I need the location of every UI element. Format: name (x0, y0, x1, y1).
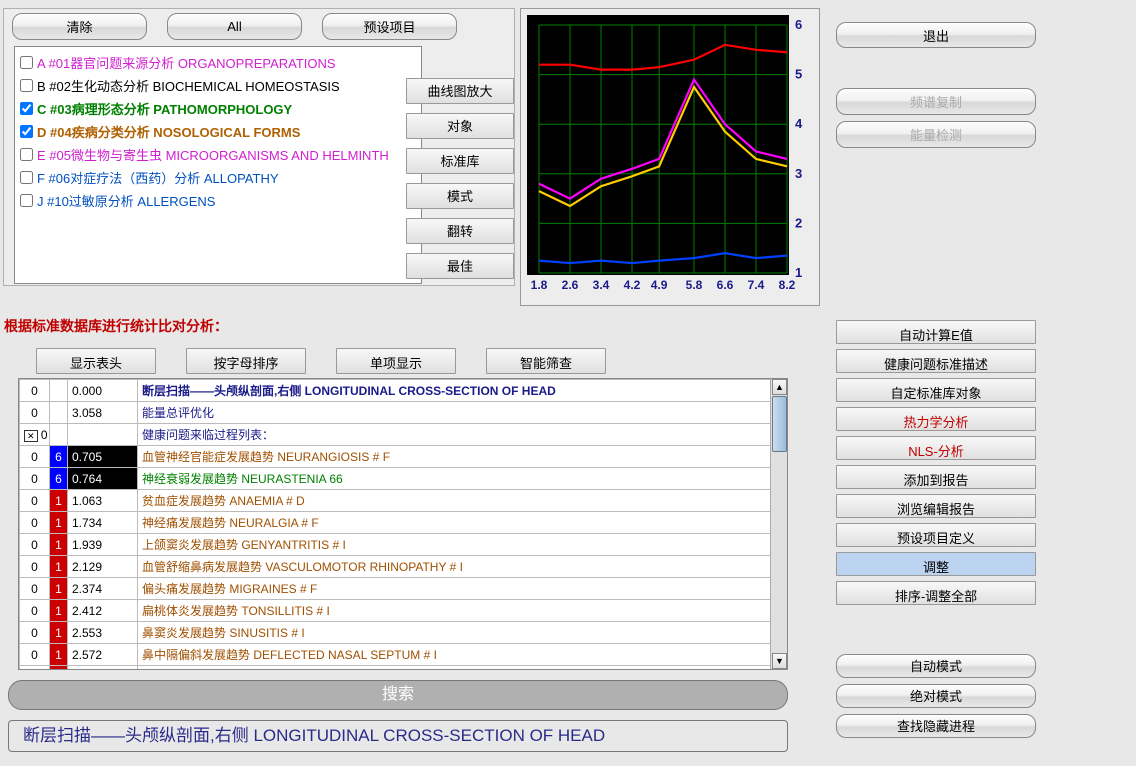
svg-text:1: 1 (795, 265, 802, 280)
analysis-label: A #01器官问题来源分析 ORGANOPREPARATIONS (37, 53, 336, 72)
right-bottom-button-0[interactable]: 自动模式 (836, 654, 1036, 678)
preset-button[interactable]: 预设项目 (322, 13, 457, 40)
svg-text:3: 3 (795, 166, 802, 181)
svg-text:7.4: 7.4 (748, 278, 765, 292)
mid-button-0[interactable]: 曲线图放大 (406, 78, 514, 104)
analysis-item-E[interactable]: E #05微生物与寄生虫 MICROORGANISMS AND HELMINTH (17, 143, 419, 166)
scroll-up-arrow[interactable]: ▲ (772, 379, 787, 395)
analysis-list[interactable]: A #01器官问题来源分析 ORGANOPREPARATIONS B #02生化动… (14, 46, 422, 284)
right-bottom-button-2[interactable]: 查找隐藏进程 (836, 714, 1036, 738)
table-row[interactable]: 012.553鼻窦炎发展趋势 SINUSITIS # I (20, 622, 787, 644)
analysis-label: D #04疾病分类分析 NOSOLOGICAL FORMS (37, 122, 300, 141)
mid-button-2[interactable]: 标准库 (406, 148, 514, 174)
right-top-column: 退出 频谱复制 能量检测 (836, 22, 1036, 154)
analysis-label: F #06对症疗法（西药）分析 ALLOPATHY (37, 168, 279, 187)
svg-text:1.8: 1.8 (531, 278, 548, 292)
right-bottom-button-1[interactable]: 绝对模式 (836, 684, 1036, 708)
analysis-checkbox-D[interactable] (20, 125, 33, 138)
right-analysis-button-1[interactable]: 健康问题标准描述 (836, 349, 1036, 373)
svg-text:4.9: 4.9 (651, 278, 668, 292)
analysis-label: J #10过敏原分析 ALLERGENS (37, 191, 215, 210)
table-scrollbar[interactable]: ▲ ▼ (770, 379, 787, 669)
analysis-checkbox-A[interactable] (20, 56, 33, 69)
svg-text:8.2: 8.2 (779, 278, 796, 292)
analysis-item-D[interactable]: D #04疾病分类分析 NOSOLOGICAL FORMS (17, 120, 419, 143)
analysis-item-J[interactable]: J #10过敏原分析 ALLERGENS (17, 189, 419, 212)
table-row[interactable]: 011.939上颌窦炎发展趋势 GENYANTRITIS # I (20, 534, 787, 556)
analysis-label: E #05微生物与寄生虫 MICROORGANISMS AND HELMINTH (37, 145, 389, 164)
svg-text:5.8: 5.8 (686, 278, 703, 292)
table-row[interactable]: ✕ 0健康问题来临过程列表： (20, 424, 787, 446)
right-analysis-button-6[interactable]: 浏览编辑报告 (836, 494, 1036, 518)
right-analysis-button-8[interactable]: 调整 (836, 552, 1036, 576)
right-analysis-button-2[interactable]: 自定标准库对象 (836, 378, 1036, 402)
right-analysis-button-7[interactable]: 预设项目定义 (836, 523, 1036, 547)
right-analysis-button-9[interactable]: 排序-调整全部 (836, 581, 1036, 605)
table-row[interactable]: 011.063贫血症发展趋势 ANAEMIA # D (20, 490, 787, 512)
table-row[interactable]: 012.618强迫性神经官能症发展趋势 OBSESSIVE-COMPALSIVE… (20, 666, 787, 671)
right-bottom-column: 自动模式绝对模式查找隐藏进程 (836, 654, 1036, 744)
svg-text:2: 2 (795, 215, 802, 230)
table-row[interactable]: 00.000断层扫描——头颅纵剖面,右侧 LONGITUDINAL CROSS-… (20, 380, 787, 402)
right-analysis-column: 自动计算E值健康问题标准描述自定标准库对象热力学分析 NLS-分析添加到报告浏览编… (836, 320, 1036, 610)
data-table[interactable]: 00.000断层扫描——头颅纵剖面,右侧 LONGITUDINAL CROSS-… (18, 378, 788, 670)
exit-button[interactable]: 退出 (836, 22, 1036, 48)
chart-panel: 1 2 3 4 5 6 1.8 2.6 3.4 4.2 4.9 5.8 6.6 7.4 8.2 (520, 8, 820, 306)
section-caption: 根据标准数据库进行统计比对分析： (4, 316, 228, 336)
chart-plot: 1 2 3 4 5 6 1.8 2.6 3.4 4.2 4.9 5.8 6.6 7.4 8.2 (527, 15, 815, 297)
search-input[interactable]: 搜索 (8, 680, 788, 710)
mid-button-5[interactable]: 最佳 (406, 253, 514, 279)
svg-text:4: 4 (795, 116, 803, 131)
mid-button-3[interactable]: 模式 (406, 183, 514, 209)
all-button[interactable]: All (167, 13, 302, 40)
analysis-checkbox-J[interactable] (20, 194, 33, 207)
right-analysis-button-3[interactable]: 热力学分析 (836, 407, 1036, 431)
table-toolbar-button-1[interactable]: 按字母排序 (186, 348, 306, 374)
footer-title: 断层扫描——头颅纵剖面,右侧 LONGITUDINAL CROSS-SECTIO… (8, 720, 788, 752)
energy-detect-button[interactable]: 能量检测 (836, 121, 1036, 148)
svg-text:3.4: 3.4 (593, 278, 610, 292)
spectrum-copy-button[interactable]: 频谱复制 (836, 88, 1036, 115)
scroll-thumb[interactable] (772, 396, 787, 452)
table-row[interactable]: 012.412扁桃体炎发展趋势 TONSILLITIS # I (20, 600, 787, 622)
svg-text:4.2: 4.2 (624, 278, 641, 292)
analysis-checkbox-B[interactable] (20, 79, 33, 92)
svg-text:5: 5 (795, 67, 802, 82)
scroll-down-arrow[interactable]: ▼ (772, 653, 787, 669)
table-toolbar-button-3[interactable]: 智能筛查 (486, 348, 606, 374)
analysis-item-A[interactable]: A #01器官问题来源分析 ORGANOPREPARATIONS (17, 51, 419, 74)
table-toolbar-button-0[interactable]: 显示表头 (36, 348, 156, 374)
table-toolbar: 显示表头 按字母排序 单项显示 智能筛查 (36, 348, 606, 374)
table-row[interactable]: 012.374偏头痛发展趋势 MIGRAINES # F (20, 578, 787, 600)
analysis-checkbox-C[interactable] (20, 102, 33, 115)
analysis-label: C #03病理形态分析 PATHOMORPHOLOGY (37, 99, 292, 118)
svg-text:2.6: 2.6 (562, 278, 579, 292)
mid-button-1[interactable]: 对象 (406, 113, 514, 139)
right-analysis-button-0[interactable]: 自动计算E值 (836, 320, 1036, 344)
mid-button-column: 曲线图放大对象标准库模式翻转最佳 (406, 78, 514, 288)
clear-button[interactable]: 清除 (12, 13, 147, 40)
table-row[interactable]: 012.572鼻中隔偏斜发展趋势 DEFLECTED NASAL SEPTUM … (20, 644, 787, 666)
analysis-item-B[interactable]: B #02生化动态分析 BIOCHEMICAL HOMEOSTASIS (17, 74, 419, 97)
table-row[interactable]: 012.129血管舒缩鼻病发展趋势 VASCULOMOTOR RHINOPATH… (20, 556, 787, 578)
svg-text:6.6: 6.6 (717, 278, 734, 292)
table-row[interactable]: 03.058能量总评优化 (20, 402, 787, 424)
table-row[interactable]: 060.764神经衰弱发展趋势 NEURASTENIA 66 (20, 468, 787, 490)
right-analysis-button-5[interactable]: 添加到报告 (836, 465, 1036, 489)
table-row[interactable]: 011.734神经痛发展趋势 NEURALGIA # F (20, 512, 787, 534)
analysis-checkbox-F[interactable] (20, 171, 33, 184)
analysis-item-F[interactable]: F #06对症疗法（西药）分析 ALLOPATHY (17, 166, 419, 189)
svg-text:6: 6 (795, 17, 802, 32)
analysis-label: B #02生化动态分析 BIOCHEMICAL HOMEOSTASIS (37, 76, 340, 95)
table-toolbar-button-2[interactable]: 单项显示 (336, 348, 456, 374)
analysis-checkbox-E[interactable] (20, 148, 33, 161)
right-analysis-button-4[interactable]: NLS-分析 (836, 436, 1036, 460)
mid-button-4[interactable]: 翻转 (406, 218, 514, 244)
analysis-item-C[interactable]: C #03病理形态分析 PATHOMORPHOLOGY (17, 97, 419, 120)
table-row[interactable]: 060.705血管神经官能症发展趋势 NEURANGIOSIS # F (20, 446, 787, 468)
